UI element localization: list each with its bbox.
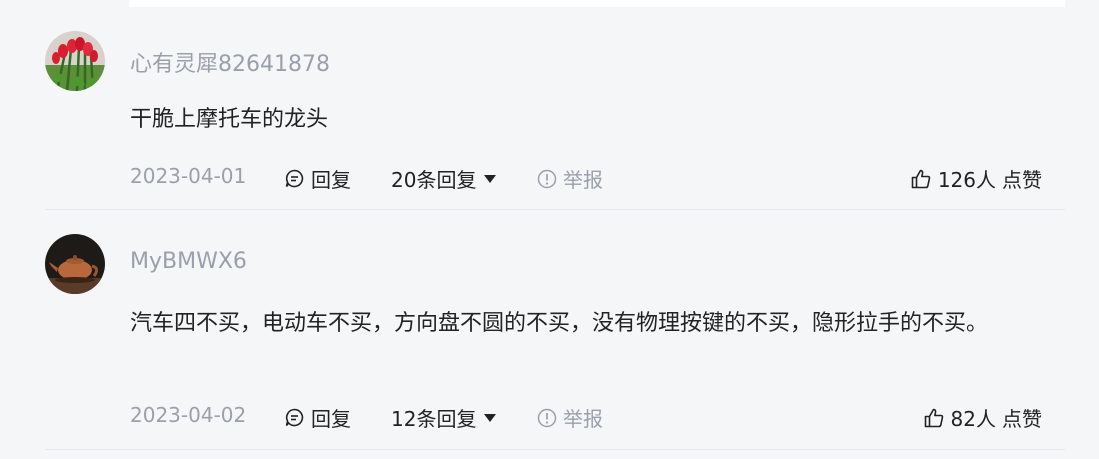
warning-circle-icon	[537, 169, 557, 189]
warning-circle-icon	[537, 408, 557, 428]
username[interactable]: 心有灵犀82641878	[130, 46, 330, 78]
like-button[interactable]: 82人 点赞	[923, 403, 1042, 432]
tulip-avatar-icon	[45, 31, 105, 91]
replies-count-label: 20条回复	[391, 168, 477, 192]
comment-text: 汽车四不买，电动车不买，方向盘不圆的不买，没有物理按键的不买，隐形拉手的不买。	[130, 311, 989, 336]
chat-bubble-icon	[284, 407, 305, 428]
username[interactable]: MyBMWX6	[130, 249, 247, 274]
reply-label: 回复	[311, 407, 351, 431]
teapot-avatar-icon	[45, 234, 105, 294]
reply-button[interactable]: 回复	[284, 164, 351, 193]
comment-divider	[45, 449, 1065, 450]
reply-label: 回复	[311, 168, 351, 192]
comment-text: 干脆上摩托车的龙头	[130, 107, 329, 132]
previous-comment-card-edge	[129, 0, 1065, 7]
comment-date: 2023-04-01	[130, 164, 247, 188]
report-button[interactable]: 举报	[537, 164, 603, 193]
chat-bubble-icon	[284, 168, 305, 189]
likes-count: 82人	[950, 407, 996, 431]
report-button[interactable]: 举报	[537, 403, 603, 432]
avatar[interactable]	[45, 234, 105, 294]
replies-toggle-button[interactable]: 20条回复	[391, 164, 497, 193]
report-label: 举报	[563, 168, 603, 192]
likes-label: 点赞	[1002, 407, 1042, 431]
avatar[interactable]	[45, 31, 105, 91]
comment-divider	[45, 209, 1065, 210]
reply-button[interactable]: 回复	[284, 403, 351, 432]
like-button[interactable]: 126人 点赞	[910, 164, 1042, 193]
replies-count-label: 12条回复	[391, 407, 477, 431]
report-label: 举报	[563, 407, 603, 431]
comment-date: 2023-04-02	[130, 403, 247, 427]
caret-down-icon	[484, 174, 497, 183]
replies-toggle-button[interactable]: 12条回复	[391, 403, 497, 432]
thumbs-up-icon	[910, 168, 932, 190]
thumbs-up-icon	[923, 407, 945, 429]
likes-count: 126人	[937, 168, 996, 192]
likes-label: 点赞	[1002, 168, 1042, 192]
caret-down-icon	[484, 413, 497, 422]
